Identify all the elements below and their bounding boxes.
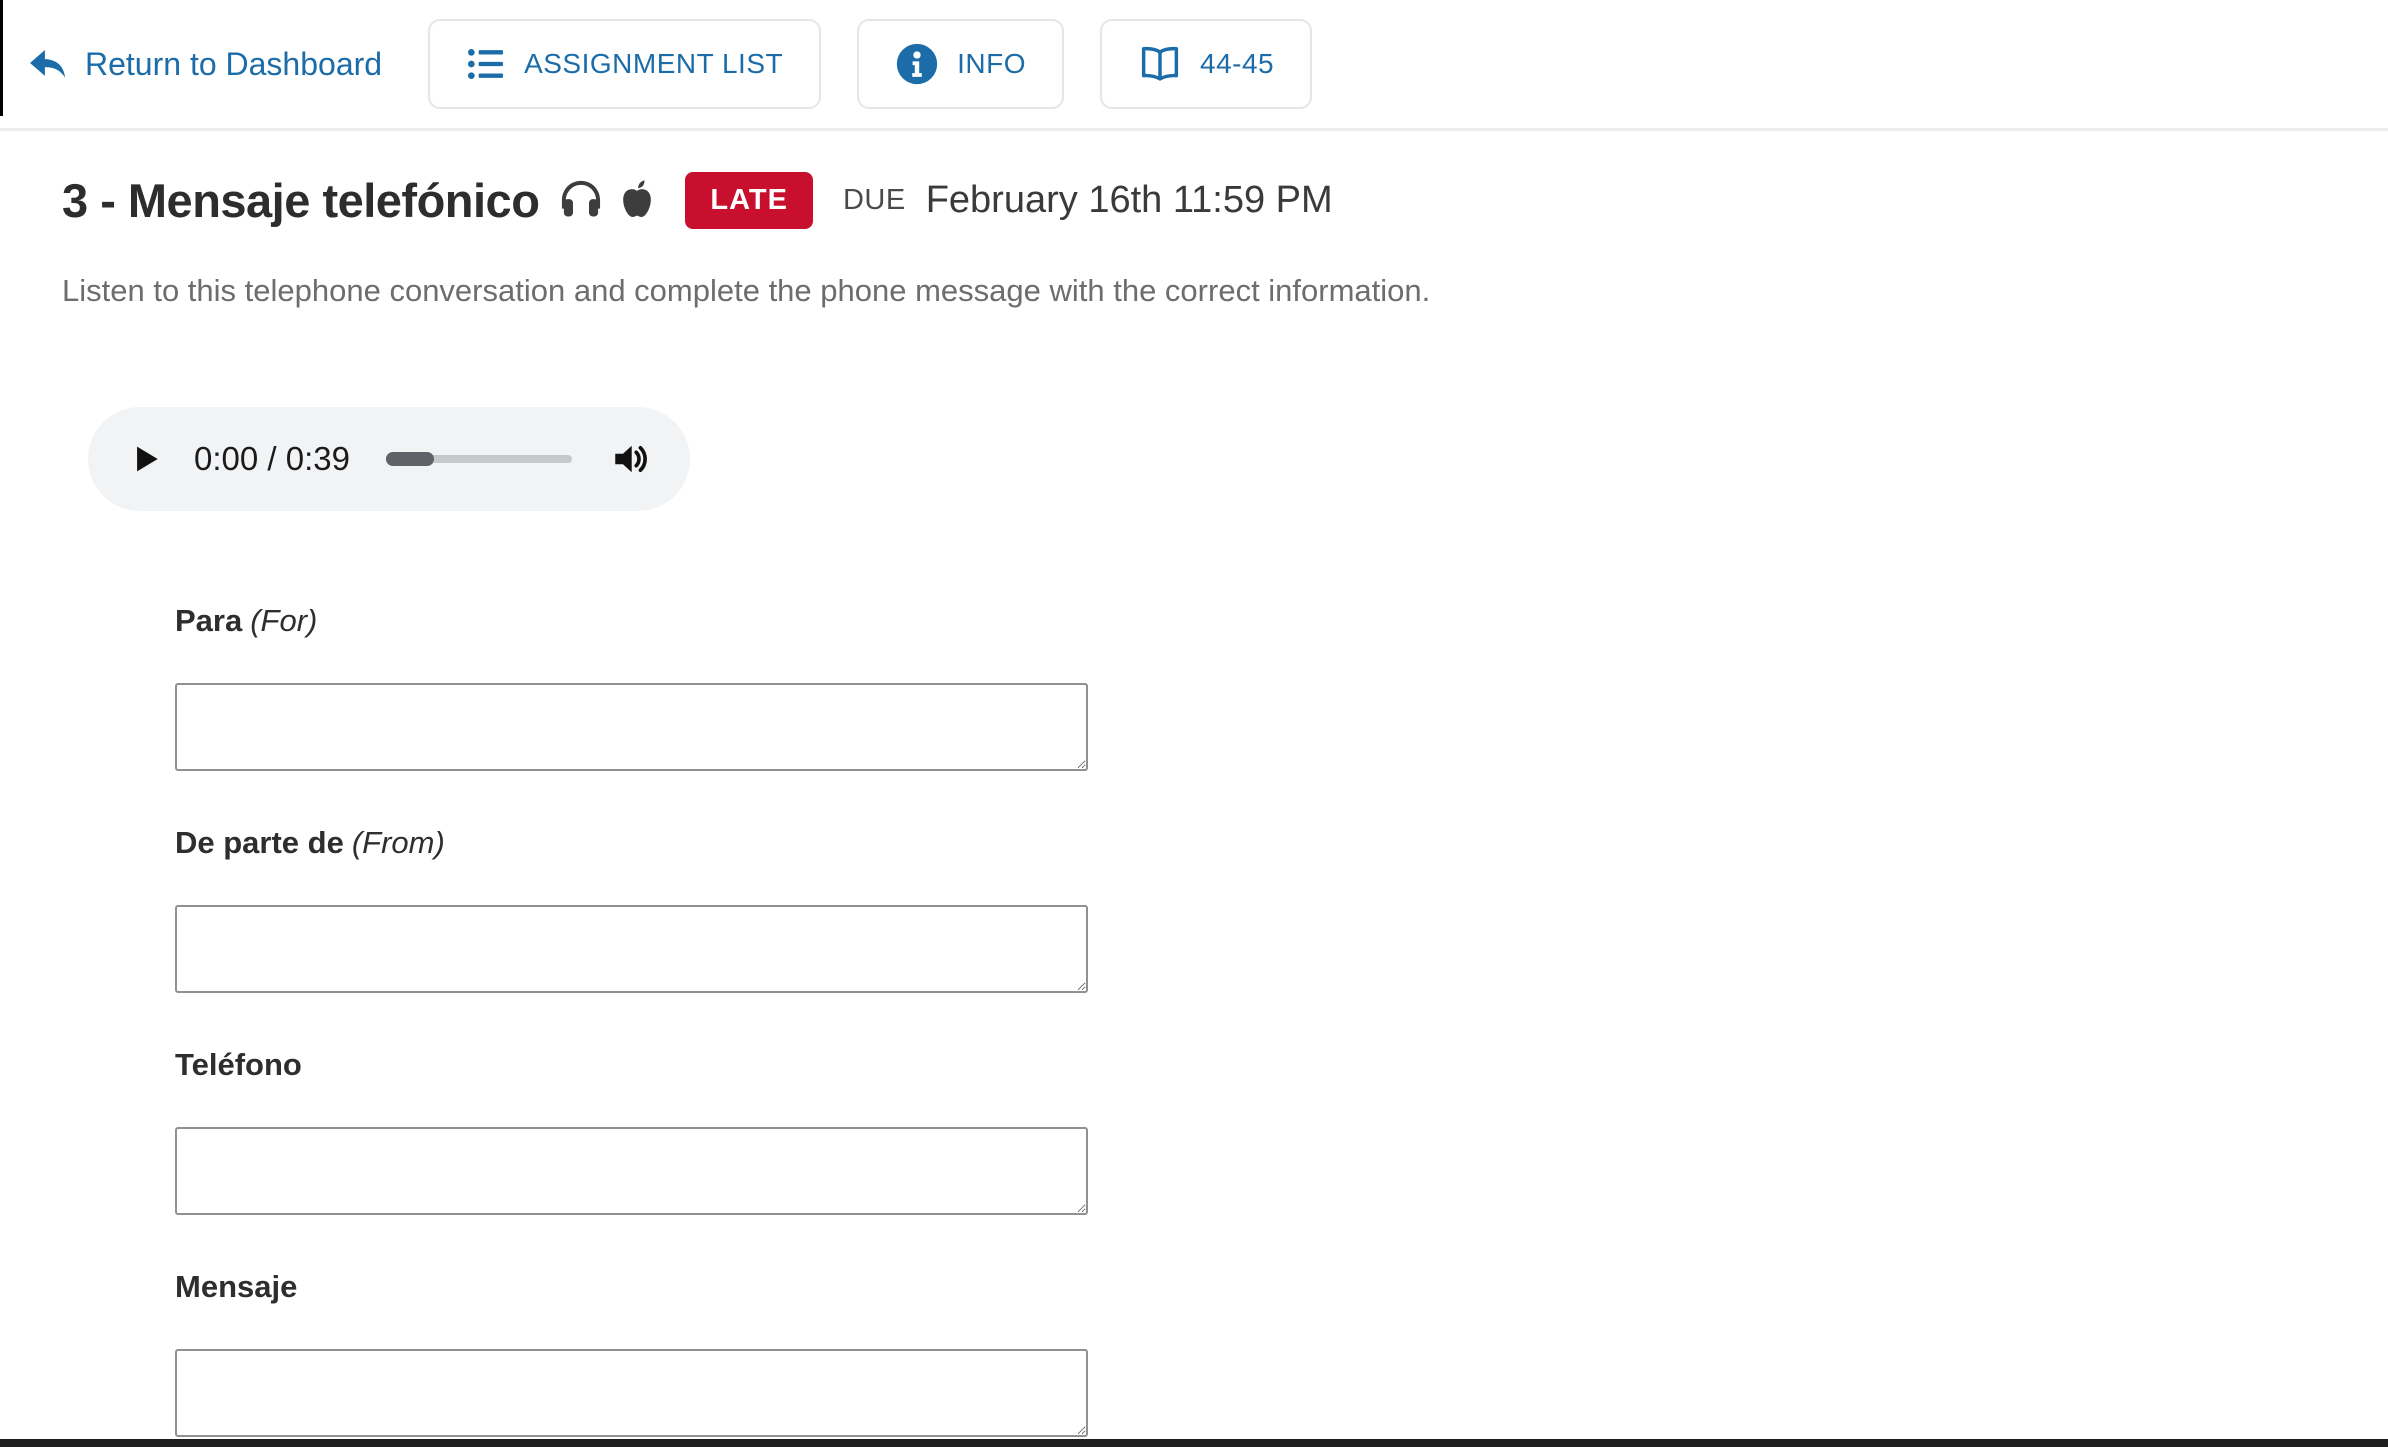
assignment-list-label: ASSIGNMENT LIST <box>524 48 783 80</box>
reply-arrow-icon <box>27 45 69 83</box>
info-circle-icon <box>895 42 939 86</box>
field-hint-de-parte-de: (From) <box>352 825 445 860</box>
assignment-type-icons <box>555 174 659 226</box>
audio-time-display: 0:00 / 0:39 <box>194 440 350 478</box>
audio-seek-thumb[interactable] <box>386 452 434 466</box>
phone-message-form: Para(For) De parte de(From) Teléfono Men… <box>62 603 2388 1437</box>
audio-player: 0:00 / 0:39 <box>88 407 690 511</box>
telefono-textarea[interactable] <box>175 1127 1088 1215</box>
textbook-pages-button[interactable]: 44-45 <box>1100 19 1312 109</box>
assignment-title-row: 3 - Mensaje telefónico LATE DUE February… <box>62 169 2388 231</box>
assignment-content: 3 - Mensaje telefónico LATE DUE February… <box>0 169 2388 1437</box>
due-date: February 16th 11:59 PM <box>926 179 1333 222</box>
top-toolbar: Return to Dashboard ASSIGNMENT LIST <box>0 0 2388 131</box>
field-hint-para: (For) <box>250 603 317 638</box>
assignment-description: Listen to this telephone conversation an… <box>62 273 2388 309</box>
window-left-edge <box>0 0 3 116</box>
de-parte-de-textarea[interactable] <box>175 905 1088 993</box>
toolbar-button-group: ASSIGNMENT LIST INFO 44-45 <box>428 19 1312 109</box>
form-field-para: Para(For) <box>175 603 2388 771</box>
form-field-telefono: Teléfono <box>175 1047 2388 1215</box>
para-textarea[interactable] <box>175 683 1088 771</box>
apple-icon <box>615 176 659 224</box>
list-icon <box>466 44 506 84</box>
volume-icon[interactable] <box>610 438 652 480</box>
field-label-mensaje: Mensaje <box>175 1269 297 1304</box>
late-status-badge: LATE <box>685 172 813 229</box>
textbook-pages-label: 44-45 <box>1200 48 1274 80</box>
open-book-icon <box>1138 44 1182 84</box>
field-label-telefono: Teléfono <box>175 1047 302 1082</box>
assignment-list-button[interactable]: ASSIGNMENT LIST <box>428 19 821 109</box>
info-button[interactable]: INFO <box>857 19 1064 109</box>
play-button[interactable] <box>126 439 164 479</box>
form-field-mensaje: Mensaje <box>175 1269 2388 1437</box>
info-button-label: INFO <box>957 48 1026 80</box>
field-label-de-parte-de: De parte de <box>175 825 344 860</box>
audio-seek-slider[interactable] <box>386 452 572 466</box>
mensaje-textarea[interactable] <box>175 1349 1088 1437</box>
return-to-dashboard-label: Return to Dashboard <box>85 46 382 83</box>
window-bottom-edge <box>0 1439 2388 1447</box>
page-title: 3 - Mensaje telefónico <box>62 173 539 228</box>
return-to-dashboard-link[interactable]: Return to Dashboard <box>27 45 382 83</box>
field-label-para: Para <box>175 603 242 638</box>
due-label: DUE <box>843 184 906 217</box>
form-field-de-parte-de: De parte de(From) <box>175 825 2388 993</box>
headphones-icon <box>555 174 607 226</box>
